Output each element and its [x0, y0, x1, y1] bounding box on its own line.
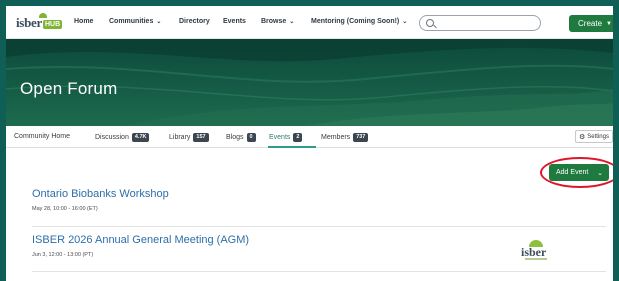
tab-events[interactable]: Events 2	[269, 133, 303, 142]
gear-icon: ⚙	[579, 133, 586, 141]
event-title-link[interactable]: Ontario Biobanks Workshop	[32, 188, 169, 200]
nav-communities-label: Communities	[109, 18, 154, 25]
create-button-label: Create	[578, 19, 603, 28]
community-banner: Open Forum	[6, 39, 613, 126]
nav-directory-label: Directory	[179, 18, 210, 25]
logo-badge: HUB	[42, 20, 63, 29]
nav-home-label: Home	[74, 18, 94, 25]
nav-browse-label: Browse	[261, 18, 287, 25]
caret-down-icon: ▼	[606, 20, 612, 27]
nav-events-label: Events	[223, 18, 246, 25]
count-badge: 4.7K	[131, 133, 150, 142]
list-item: Ontario Biobanks Workshop May 28, 10:00 …	[32, 188, 169, 212]
search-input[interactable]	[438, 17, 536, 29]
list-divider	[32, 226, 606, 227]
nav-home[interactable]: Home	[74, 18, 93, 25]
event-organizer-logo: isber	[517, 240, 557, 262]
active-tab-indicator	[268, 146, 316, 148]
list-item: ISBER 2026 Annual General Meeting (AGM) …	[32, 234, 249, 258]
nav-events[interactable]: Events	[223, 18, 246, 25]
list-divider	[32, 271, 606, 272]
count-badge: 0	[246, 133, 256, 142]
tab-label: Members	[321, 134, 351, 141]
nav-mentoring[interactable]: Mentoring (Coming Soon!) ⌄	[311, 18, 407, 25]
nav-directory[interactable]: Directory	[179, 18, 210, 25]
chevron-down-icon: ⌄	[289, 19, 295, 25]
nav-browse[interactable]: Browse ⌄	[261, 18, 294, 25]
tab-label: Events	[269, 134, 291, 141]
highlight-annotation	[540, 157, 613, 188]
create-button[interactable]: Create ▼	[569, 15, 613, 32]
tab-label: Discussion	[95, 134, 129, 141]
event-time: Jun 3, 12:00 - 13:00 (PT)	[32, 252, 94, 258]
tab-library[interactable]: Library 157	[169, 133, 209, 142]
settings-label: Settings	[587, 133, 609, 140]
logo-arc-icon	[39, 13, 47, 18]
tab-label: Blogs	[226, 134, 244, 141]
settings-button[interactable]: ⚙ Settings	[575, 130, 613, 143]
chevron-down-icon: ⌄	[402, 19, 408, 25]
community-title: Open Forum	[20, 79, 118, 98]
tab-members[interactable]: Members 737	[321, 133, 369, 142]
isber-hub-logo[interactable]: isber HUB	[16, 13, 63, 31]
tab-discussion[interactable]: Discussion 4.7K	[95, 133, 150, 142]
community-tabs: Community Home Discussion 4.7K Library 157…	[6, 126, 613, 148]
count-badge: 737	[353, 133, 369, 142]
app-frame: isber HUB Home Communities ⌄ Directory Ev…	[6, 6, 613, 281]
tab-label: Library	[169, 134, 191, 141]
search-icon	[426, 19, 434, 27]
count-badge: 157	[193, 133, 209, 142]
tab-community-home[interactable]: Community Home	[14, 133, 70, 140]
search-box[interactable]	[419, 15, 541, 31]
event-title-link[interactable]: ISBER 2026 Annual General Meeting (AGM)	[32, 234, 249, 246]
logo-tagline-bar	[525, 258, 547, 260]
tab-label: Community Home	[14, 133, 71, 140]
tab-blogs[interactable]: Blogs 0	[226, 133, 256, 142]
event-time: May 28, 10:00 - 16:00 (ET)	[32, 206, 98, 212]
nav-communities[interactable]: Communities ⌄	[109, 18, 161, 25]
chevron-down-icon: ⌄	[156, 19, 162, 25]
top-navigation: isber HUB Home Communities ⌄ Directory Ev…	[6, 6, 613, 39]
count-badge: 2	[293, 133, 303, 142]
nav-mentoring-label: Mentoring (Coming Soon!)	[311, 18, 400, 25]
